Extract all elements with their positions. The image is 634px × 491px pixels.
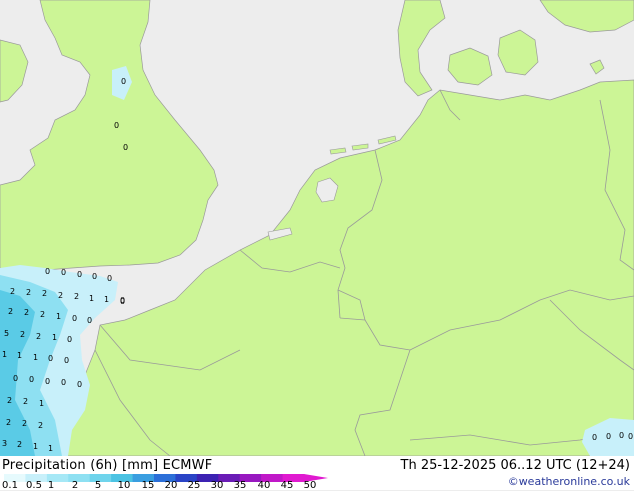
precip-value: 2	[20, 330, 25, 339]
precip-value: 2	[24, 308, 29, 317]
precip-value: 0	[606, 432, 611, 441]
legend-tick-label: 40	[257, 480, 271, 491]
precip-value: 0	[120, 297, 125, 306]
precip-value: 2	[74, 292, 79, 301]
precip-value: 2	[40, 310, 45, 319]
precip-value: 0	[92, 272, 97, 281]
precip-value: 2	[58, 291, 63, 300]
valid-time: Th 25-12-2025 06..12 UTC (12+24)	[400, 458, 631, 473]
precip-value: 2	[23, 397, 28, 406]
precip-value: 1	[89, 294, 94, 303]
precip-value: 2	[26, 288, 31, 297]
precip-value: 1	[2, 350, 7, 359]
precip-value: 1	[39, 399, 44, 408]
legend-tick-label: 45	[280, 480, 294, 491]
legend-tick-label: 0.1	[2, 480, 18, 491]
precip-value: 1	[48, 444, 53, 453]
precip-value: 0	[123, 143, 128, 152]
map-title: Precipitation (6h) [mm] ECMWF	[2, 458, 213, 473]
credit-link[interactable]: ©weatheronline.co.uk	[508, 475, 630, 488]
precip-value: 2	[38, 421, 43, 430]
precip-value: 1	[17, 351, 22, 360]
precip-value: 0	[45, 377, 50, 386]
precip-value: 1	[33, 353, 38, 362]
precip-value: 2	[22, 419, 27, 428]
legend-tick-label: 5	[94, 480, 102, 491]
precip-value: 2	[7, 396, 12, 405]
precip-value: 2	[17, 440, 22, 449]
precip-value: 1	[104, 295, 109, 304]
precip-value: 2	[10, 287, 15, 296]
legend-tick-label: 2	[71, 480, 79, 491]
precip-value: 0	[61, 268, 66, 277]
precip-value: 0	[619, 431, 624, 440]
precipitation-map: 0 0 0 0 0 0 0 0 0 2 2 2 2 2 1 1 0 2 2 2 …	[0, 0, 634, 457]
precip-value: 0	[64, 356, 69, 365]
precip-value: 1	[52, 333, 57, 342]
precip-value: 0	[628, 432, 633, 441]
precip-value: 2	[8, 307, 13, 316]
precip-value: 2	[42, 289, 47, 298]
precip-value: 0	[13, 374, 18, 383]
legend-tick-label: 1	[47, 480, 55, 491]
precip-value: 5	[4, 329, 9, 338]
map-footer: Precipitation (6h) [mm] ECMWF Th 25-12-2…	[0, 456, 634, 491]
legend-tick-label: 0.5	[26, 480, 42, 491]
legend-tick-label: 25	[187, 480, 201, 491]
precip-value: 0	[77, 380, 82, 389]
precip-value: 2	[6, 418, 11, 427]
precip-value: 0	[77, 270, 82, 279]
legend-tick-label: 20	[164, 480, 178, 491]
precip-value: 0	[48, 354, 53, 363]
precip-value: 1	[33, 442, 38, 451]
legend-tick-label: 35	[233, 480, 247, 491]
legend-tick-label: 30	[210, 480, 224, 491]
precip-value: 0	[67, 335, 72, 344]
legend-tick-label: 50	[303, 480, 317, 491]
legend-tick-label: 10	[117, 480, 131, 491]
precip-value: 0	[87, 316, 92, 325]
precip-legend-labels: 0.1 0.5 1 2 5 10 15 20 25 30 35 40 45 50	[0, 480, 330, 491]
precip-value: 0	[61, 378, 66, 387]
precip-value: 0	[29, 375, 34, 384]
precip-value: 0	[121, 77, 126, 86]
precip-value: 0	[114, 121, 119, 130]
precip-value: 0	[107, 274, 112, 283]
legend-tick-label: 15	[141, 480, 155, 491]
precip-value: 2	[36, 332, 41, 341]
precip-value: 0	[72, 314, 77, 323]
precip-value: 3	[2, 439, 7, 448]
precip-value: 0	[592, 433, 597, 442]
precip-value: 1	[56, 312, 61, 321]
precip-value: 0	[45, 267, 50, 276]
